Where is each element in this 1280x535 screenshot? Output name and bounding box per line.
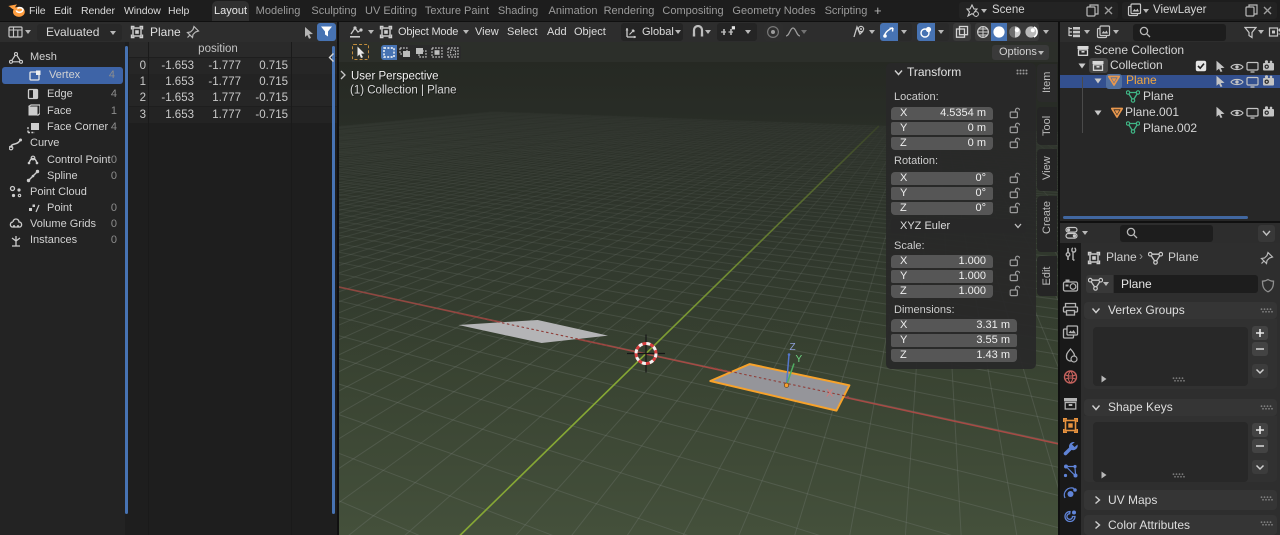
svg-text:User Perspective: User Perspective <box>351 71 439 83</box>
svg-text:X: X <box>826 388 834 400</box>
svg-text:Y: Y <box>796 354 803 365</box>
svg-text:(1) Collection | Plane: (1) Collection | Plane <box>350 85 457 97</box>
svg-text:Z: Z <box>790 342 796 353</box>
